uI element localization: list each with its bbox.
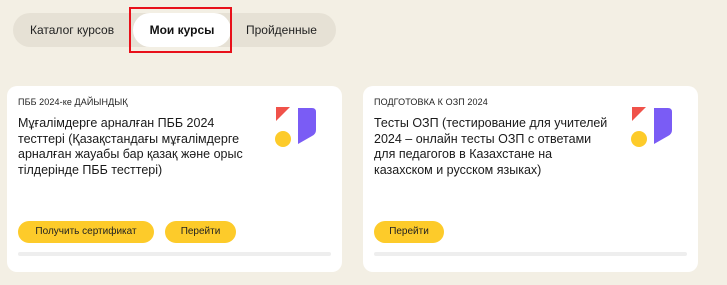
course-kicker: ПББ 2024-ке ДАЙЫНДЫҚ [18,97,128,107]
go-button[interactable]: Перейти [374,221,444,243]
course-kicker: ПОДГОТОВКА К ОЗП 2024 [374,97,488,107]
course-progress-bar [18,252,331,256]
course-card: ПОДГОТОВКА К ОЗП 2024 Тесты ОЗП (тестиро… [363,86,698,272]
tab-completed[interactable]: Пройденные [246,13,317,47]
get-certificate-button[interactable]: Получить сертификат [18,221,154,243]
brand-logo-icon [631,107,672,147]
course-title: Мұғалімдерге арналған ПББ 2024 тесттері … [18,116,243,177]
tab-catalog[interactable]: Каталог курсов [30,13,114,47]
course-card: ПББ 2024-ке ДАЙЫНДЫҚ Мұғалімдерге арналғ… [7,86,342,272]
course-title: Тесты ОЗП (тестирование для учителей 202… [374,116,608,177]
brand-logo-icon [275,107,316,147]
go-button[interactable]: Перейти [165,221,236,243]
course-progress-bar [374,252,687,256]
course-tabs: Каталог курсов Мои курсы Пройденные [13,13,336,47]
tab-my-courses[interactable]: Мои курсы [133,13,231,47]
